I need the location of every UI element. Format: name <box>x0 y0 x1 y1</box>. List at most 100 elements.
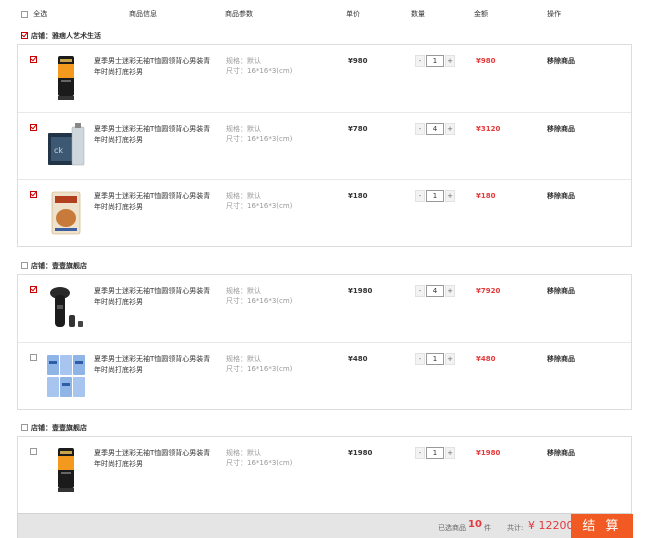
row-checkbox[interactable] <box>30 124 37 131</box>
row-checkbox[interactable] <box>30 56 37 63</box>
col-amount-heading: 金额 <box>474 10 488 18</box>
col-info-heading: 商品信息 <box>129 10 157 18</box>
face-wash-tube-icon[interactable] <box>46 447 86 493</box>
food-bag-icon[interactable] <box>46 190 86 236</box>
select-all[interactable]: 全选 <box>21 9 47 19</box>
row-checkbox[interactable] <box>30 448 37 455</box>
cart-row: 夏季男士迷彩无袖T恤圆领背心男装青年时尚打底衫男 规格：默认 尺寸：16*16*… <box>18 45 631 112</box>
decrement-button[interactable]: - <box>415 353 425 365</box>
increment-button[interactable]: + <box>445 123 455 135</box>
checkout-button[interactable]: 结 算 <box>571 514 633 538</box>
shop-checkbox[interactable] <box>21 423 28 431</box>
row-total: ¥980 <box>476 57 496 65</box>
cart-row: 夏季男士迷彩无袖T恤圆领背心男装青年时尚打底衫男 规格：默认 尺寸：16*16*… <box>18 275 631 342</box>
shop-name: 店铺：壹壹旗舰店 <box>31 262 87 270</box>
spec-line: 尺寸：16*16*3(cm) <box>226 67 293 75</box>
product-spec: 规格：默认 尺寸：16*16*3(cm) <box>226 448 292 468</box>
increment-button[interactable]: + <box>445 447 455 459</box>
quantity-input[interactable]: 1 <box>426 55 444 67</box>
quantity-input[interactable]: 1 <box>426 353 444 365</box>
svg-text:ck: ck <box>54 146 63 155</box>
spec-line: 尺寸：16*16*3(cm) <box>226 459 293 467</box>
quantity-stepper: - 4 + <box>415 123 455 135</box>
selected-label: 已选商品 <box>438 524 466 532</box>
quantity-input[interactable]: 4 <box>426 285 444 297</box>
col-qty-heading: 数量 <box>411 10 425 18</box>
product-title[interactable]: 夏季男士迷彩无袖T恤圆领背心男装青年时尚打底衫男 <box>94 448 214 470</box>
selected-unit: 件 <box>484 524 491 532</box>
product-title[interactable]: 夏季男士迷彩无袖T恤圆领背心男装青年时尚打底衫男 <box>94 124 214 146</box>
product-spec: 规格：默认 尺寸：16*16*3(cm) <box>226 56 292 76</box>
shop-checkbox[interactable] <box>21 31 28 39</box>
decrement-button[interactable]: - <box>415 123 425 135</box>
cart-summary-bar: 已选商品 10 件 共计: ¥ 12200 结 算 <box>17 513 633 538</box>
decrement-button[interactable]: - <box>415 285 425 297</box>
remove-item-link[interactable]: 移除商品 <box>547 56 575 66</box>
remove-item-link[interactable]: 移除商品 <box>547 191 575 201</box>
shop-header: 店铺：壹壹旗舰店 <box>21 261 87 271</box>
spec-line: 尺寸：16*16*3(cm) <box>226 365 293 373</box>
electric-shaver-icon[interactable] <box>46 285 86 331</box>
sum-value: ¥ 12200 <box>528 519 574 532</box>
decrement-button[interactable]: - <box>415 190 425 202</box>
face-wash-tube-icon[interactable] <box>46 55 86 101</box>
row-checkbox[interactable] <box>30 286 37 293</box>
perfume-bottle-icon[interactable]: ck <box>46 123 86 169</box>
product-title[interactable]: 夏季男士迷彩无袖T恤圆领背心男装青年时尚打底衫男 <box>94 56 214 78</box>
product-spec: 规格：默认 尺寸：16*16*3(cm) <box>226 191 292 211</box>
product-title[interactable]: 夏季男士迷彩无袖T恤圆领背心男装青年时尚打底衫男 <box>94 286 214 308</box>
spec-line: 规格：默认 <box>226 449 261 457</box>
shop-item-list: 夏季男士迷彩无袖T恤圆领背心男装青年时尚打底衫男 规格：默认 尺寸：16*16*… <box>17 274 632 410</box>
cart-row: 夏季男士迷彩无袖T恤圆领背心男装青年时尚打底衫男 规格：默认 尺寸：16*16*… <box>18 437 631 504</box>
increment-button[interactable]: + <box>445 285 455 297</box>
increment-button[interactable]: + <box>445 353 455 365</box>
shop-name: 店铺：雅痞人艺术生活 <box>31 32 101 40</box>
col-params-heading: 商品参数 <box>225 10 253 18</box>
select-all-label: 全选 <box>33 10 48 18</box>
increment-button[interactable]: + <box>445 55 455 67</box>
remove-item-link[interactable]: 移除商品 <box>547 448 575 458</box>
unit-price: ¥780 <box>348 125 368 133</box>
row-total: ¥480 <box>476 355 496 363</box>
product-spec: 规格：默认 尺寸：16*16*3(cm) <box>226 124 292 144</box>
selected-count: 10 <box>468 519 482 530</box>
remove-item-link[interactable]: 移除商品 <box>547 354 575 364</box>
row-checkbox[interactable] <box>30 191 37 198</box>
spec-line: 规格：默认 <box>226 125 261 133</box>
increment-button[interactable]: + <box>445 190 455 202</box>
quantity-stepper: - 4 + <box>415 285 455 297</box>
row-total: ¥1980 <box>476 449 501 457</box>
spec-line: 尺寸：16*16*3(cm) <box>226 135 293 143</box>
spec-line: 尺寸：16*16*3(cm) <box>226 202 293 210</box>
quantity-input[interactable]: 4 <box>426 123 444 135</box>
shop-checkbox[interactable] <box>21 261 28 269</box>
spec-line: 规格：默认 <box>226 192 261 200</box>
unit-price: ¥980 <box>348 57 368 65</box>
cart-row: 夏季男士迷彩无袖T恤圆领背心男装青年时尚打底衫男 规格：默认 尺寸：16*16*… <box>18 342 631 409</box>
select-all-checkbox[interactable] <box>21 10 28 18</box>
remove-item-link[interactable]: 移除商品 <box>547 286 575 296</box>
product-spec: 规格：默认 尺寸：16*16*3(cm) <box>226 354 292 374</box>
quantity-stepper: - 1 + <box>415 55 455 67</box>
sum-label: 共计: <box>507 524 524 532</box>
quantity-stepper: - 1 + <box>415 447 455 459</box>
product-spec: 规格：默认 尺寸：16*16*3(cm) <box>226 286 292 306</box>
shop-item-list: 夏季男士迷彩无袖T恤圆领背心男装青年时尚打底衫男 规格：默认 尺寸：16*16*… <box>17 44 632 247</box>
spec-line: 尺寸：16*16*3(cm) <box>226 297 293 305</box>
decrement-button[interactable]: - <box>415 447 425 459</box>
remove-item-link[interactable]: 移除商品 <box>547 124 575 134</box>
shop-name: 店铺：壹壹旗舰店 <box>31 424 87 432</box>
col-action-heading: 操作 <box>547 10 561 18</box>
quantity-input[interactable]: 1 <box>426 447 444 459</box>
cart-header: 全选 商品信息 商品参数 单价 数量 金额 操作 <box>0 0 650 28</box>
quantity-stepper: - 1 + <box>415 353 455 365</box>
quantity-input[interactable]: 1 <box>426 190 444 202</box>
row-total: ¥3120 <box>476 125 501 133</box>
spec-line: 规格：默认 <box>226 355 261 363</box>
decrement-button[interactable]: - <box>415 55 425 67</box>
spec-line: 规格：默认 <box>226 287 261 295</box>
product-title[interactable]: 夏季男士迷彩无袖T恤圆领背心男装青年时尚打底衫男 <box>94 354 214 376</box>
product-title[interactable]: 夏季男士迷彩无袖T恤圆领背心男装青年时尚打底衫男 <box>94 191 214 213</box>
row-checkbox[interactable] <box>30 354 37 361</box>
diaper-packs-icon[interactable] <box>46 353 86 399</box>
